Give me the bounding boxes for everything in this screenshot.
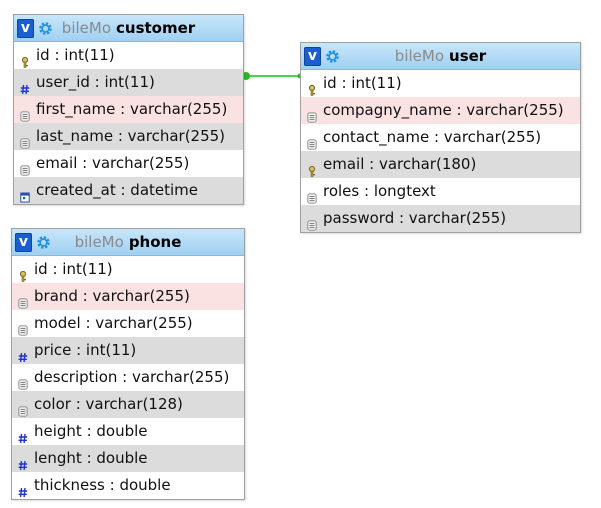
column-label: user_id : int(11) [36, 73, 155, 91]
column-row[interactable]: id : int(11) [301, 70, 580, 97]
table-user[interactable]: v bileMo user id : int(11) compagny_name :… [300, 42, 581, 233]
column-label: email : varchar(255) [36, 154, 190, 172]
column-row[interactable]: email : varchar(180) [301, 151, 580, 178]
column-row[interactable]: compagny_name : varchar(255) [301, 97, 580, 124]
column-label: compagny_name : varchar(255) [323, 101, 564, 119]
column-row[interactable]: roles : longtext [301, 178, 580, 205]
column-label: id : int(11) [323, 74, 402, 92]
collapse-button[interactable]: v [304, 46, 321, 66]
column-label: color : varchar(128) [34, 395, 183, 413]
column-label: price : int(11) [34, 341, 137, 359]
text-icon [18, 318, 28, 336]
column-row[interactable]: price : int(11) [12, 337, 244, 364]
table-header[interactable]: v bileMo phone [12, 229, 244, 256]
column-label: model : varchar(255) [34, 314, 193, 332]
text-icon [307, 105, 317, 123]
column-row[interactable]: lenght : double [12, 445, 244, 472]
column-label: email : varchar(180) [323, 155, 477, 173]
column-row[interactable]: email : varchar(255) [14, 150, 243, 177]
column-row[interactable]: description : varchar(255) [12, 364, 244, 391]
database-name: bileMo [74, 233, 124, 251]
column-label: contact_name : varchar(255) [323, 128, 542, 146]
column-row[interactable]: thickness : double [12, 472, 244, 499]
column-label: thickness : double [34, 476, 171, 494]
key-icon [20, 50, 30, 68]
hash-icon [18, 345, 28, 363]
column-label: height : double [34, 422, 148, 440]
column-row[interactable]: brand : varchar(255) [12, 283, 244, 310]
column-row[interactable]: user_id : int(11) [14, 69, 243, 96]
column-row[interactable]: first_name : varchar(255) [14, 96, 243, 123]
database-name: bileMo [61, 19, 112, 37]
column-row[interactable]: height : double [12, 418, 244, 445]
column-label: id : int(11) [34, 260, 113, 278]
column-label: brand : varchar(255) [34, 287, 190, 305]
hash-icon [18, 453, 28, 471]
column-row[interactable]: contact_name : varchar(255) [301, 124, 580, 151]
column-row[interactable]: model : varchar(255) [12, 310, 244, 337]
table-customer[interactable]: v bileMo customer id : int(11) user_id : i… [13, 14, 244, 205]
text-icon [18, 399, 28, 417]
table-header[interactable]: v bileMo customer [14, 15, 243, 42]
column-label: password : varchar(255) [323, 209, 507, 227]
database-name: bileMo [394, 47, 445, 65]
text-icon [307, 186, 317, 204]
text-icon [307, 132, 317, 150]
hash-icon [18, 480, 28, 498]
collapse-button[interactable]: v [17, 18, 34, 38]
column-label: first_name : varchar(255) [36, 100, 228, 118]
hash-icon [18, 426, 28, 444]
table-phone[interactable]: v bileMo phone id : int(11) brand : varcha… [11, 228, 245, 500]
text-icon [18, 372, 28, 390]
column-label: description : varchar(255) [34, 368, 230, 386]
key-icon [307, 159, 317, 177]
table-name: phone [128, 233, 182, 251]
text-icon [20, 158, 30, 176]
text-icon [20, 104, 30, 122]
collapse-button[interactable]: v [15, 232, 32, 252]
column-row[interactable]: password : varchar(255) [301, 205, 580, 232]
column-row[interactable]: last_name : varchar(255) [14, 123, 243, 150]
key-icon [307, 78, 317, 96]
column-label: created_at : datetime [36, 181, 199, 199]
text-icon [307, 213, 317, 231]
table-name: customer [116, 19, 196, 37]
text-icon [20, 131, 30, 149]
key-icon [18, 264, 28, 282]
column-row[interactable]: id : int(11) [12, 256, 244, 283]
gear-icon[interactable] [38, 21, 53, 36]
hash-icon [20, 77, 30, 95]
column-label: last_name : varchar(255) [36, 127, 226, 145]
gear-icon[interactable] [36, 235, 51, 250]
column-row[interactable]: id : int(11) [14, 42, 243, 69]
gear-icon[interactable] [325, 49, 340, 64]
column-label: roles : longtext [323, 182, 436, 200]
column-row[interactable]: created_at : datetime [14, 177, 243, 204]
column-label: lenght : double [34, 449, 148, 467]
column-row[interactable]: color : varchar(128) [12, 391, 244, 418]
table-header[interactable]: v bileMo user [301, 43, 580, 70]
table-name: user [449, 47, 487, 65]
text-icon [18, 291, 28, 309]
column-label: id : int(11) [36, 46, 115, 64]
calendar-icon [20, 185, 30, 203]
table-title: bileMo user [301, 43, 580, 69]
